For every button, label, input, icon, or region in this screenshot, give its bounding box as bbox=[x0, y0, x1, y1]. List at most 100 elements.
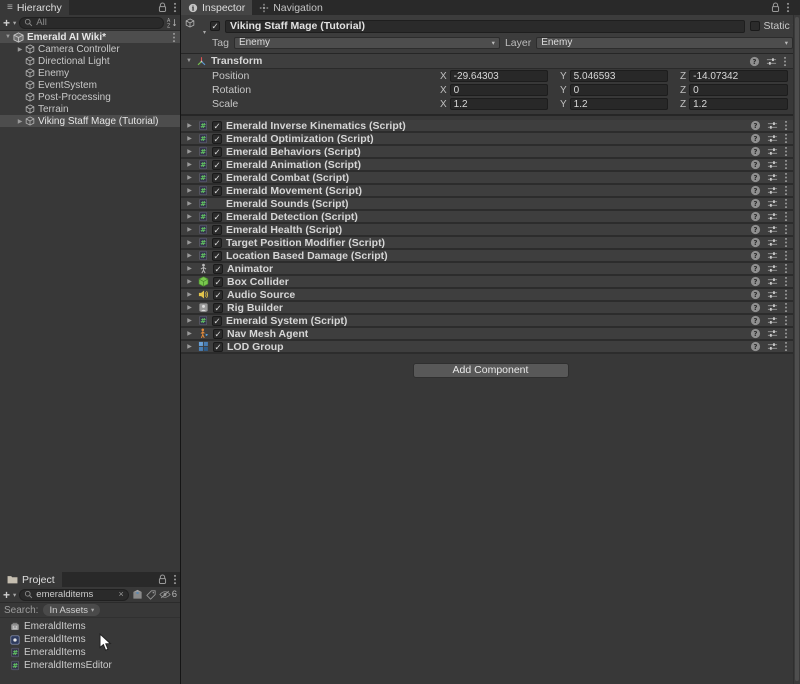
presets-icon[interactable] bbox=[767, 328, 778, 339]
kebab-menu-icon[interactable] bbox=[783, 56, 787, 67]
component-header-row[interactable]: ▶#✓Emerald Detection (Script)? bbox=[181, 211, 800, 224]
kebab-menu-icon[interactable] bbox=[784, 185, 788, 196]
kebab-menu-icon[interactable] bbox=[784, 120, 788, 131]
hierarchy-item-row[interactable]: Post-Processing bbox=[0, 91, 180, 103]
foldout-arrow-icon[interactable]: ▶ bbox=[185, 122, 194, 129]
help-icon[interactable]: ? bbox=[750, 315, 761, 326]
kebab-menu-icon[interactable] bbox=[784, 276, 788, 287]
help-icon[interactable]: ? bbox=[750, 263, 761, 274]
component-enabled-checkbox[interactable]: ✓ bbox=[212, 251, 222, 261]
foldout-arrow-icon[interactable]: ▶ bbox=[185, 213, 194, 220]
component-header-row[interactable]: ▶#✓Emerald Optimization (Script)? bbox=[181, 133, 800, 146]
kebab-menu-icon[interactable] bbox=[784, 159, 788, 170]
component-header-row[interactable]: ▶✓LOD Group? bbox=[181, 341, 800, 354]
foldout-arrow-icon[interactable]: ▶ bbox=[185, 148, 194, 155]
presets-icon[interactable] bbox=[767, 302, 778, 313]
help-icon[interactable]: ? bbox=[750, 172, 761, 183]
kebab-menu-icon[interactable] bbox=[784, 315, 788, 326]
presets-icon[interactable] bbox=[767, 276, 778, 287]
tab-inspector[interactable]: i Inspector bbox=[181, 0, 252, 15]
clear-search-icon[interactable]: × bbox=[118, 590, 123, 599]
kebab-menu-icon[interactable] bbox=[784, 211, 788, 222]
tab-navigation[interactable]: Navigation bbox=[252, 0, 330, 15]
foldout-arrow-icon[interactable]: ▶ bbox=[185, 252, 194, 259]
kebab-menu-icon[interactable] bbox=[784, 302, 788, 313]
kebab-menu-icon[interactable] bbox=[784, 133, 788, 144]
component-header-row[interactable]: ▶#✓Emerald System (Script)? bbox=[181, 315, 800, 328]
kebab-menu-icon[interactable] bbox=[172, 32, 180, 43]
hierarchy-scene-row[interactable]: ▼Emerald AI Wiki* bbox=[0, 31, 180, 43]
presets-icon[interactable] bbox=[767, 250, 778, 261]
foldout-arrow-icon[interactable]: ▶ bbox=[185, 278, 194, 285]
sort-az-icon[interactable]: AZ bbox=[167, 17, 177, 28]
kebab-menu-icon[interactable] bbox=[173, 574, 177, 585]
presets-icon[interactable] bbox=[767, 237, 778, 248]
help-icon[interactable]: ? bbox=[750, 146, 761, 157]
kebab-menu-icon[interactable] bbox=[784, 237, 788, 248]
foldout-arrow-icon[interactable]: ▶ bbox=[185, 343, 194, 350]
component-header-row[interactable]: ▶#✓Target Position Modifier (Script)? bbox=[181, 237, 800, 250]
kebab-menu-icon[interactable] bbox=[784, 328, 788, 339]
presets-icon[interactable] bbox=[767, 133, 778, 144]
project-search-input[interactable] bbox=[36, 589, 115, 600]
active-checkbox[interactable]: ✓ bbox=[210, 21, 220, 31]
foldout-arrow-icon[interactable]: ▼ bbox=[186, 58, 192, 64]
layer-dropdown[interactable]: Enemy ▾ bbox=[536, 37, 793, 49]
kebab-menu-icon[interactable] bbox=[784, 146, 788, 157]
project-result-row[interactable]: EmeraldItems bbox=[0, 633, 180, 646]
hierarchy-item-row[interactable]: Terrain bbox=[0, 103, 180, 115]
create-button[interactable]: + bbox=[3, 589, 10, 601]
presets-icon[interactable] bbox=[767, 289, 778, 300]
component-enabled-checkbox[interactable]: ✓ bbox=[212, 160, 222, 170]
create-dropdown-icon[interactable]: ▾ bbox=[13, 591, 16, 599]
component-header-row[interactable]: ▶✓Animator? bbox=[181, 263, 800, 276]
presets-icon[interactable] bbox=[767, 198, 778, 209]
component-enabled-checkbox[interactable]: ✓ bbox=[212, 225, 222, 235]
hierarchy-search-input[interactable] bbox=[36, 17, 159, 28]
foldout-arrow-icon[interactable]: ▶ bbox=[185, 187, 194, 194]
foldout-arrow-icon[interactable]: ▶ bbox=[185, 174, 194, 181]
kebab-menu-icon[interactable] bbox=[784, 341, 788, 352]
lock-icon[interactable] bbox=[158, 2, 167, 13]
help-icon[interactable]: ? bbox=[750, 185, 761, 196]
help-icon[interactable]: ? bbox=[750, 276, 761, 287]
component-header-row[interactable]: ▶#✓Emerald Behaviors (Script)? bbox=[181, 146, 800, 159]
presets-icon[interactable] bbox=[767, 341, 778, 352]
kebab-menu-icon[interactable] bbox=[784, 289, 788, 300]
component-enabled-checkbox[interactable]: ✓ bbox=[213, 342, 223, 352]
presets-icon[interactable] bbox=[767, 211, 778, 222]
hierarchy-item-row[interactable]: EventSystem bbox=[0, 79, 180, 91]
gameobject-icon-button[interactable]: ▾ bbox=[185, 18, 205, 35]
component-enabled-checkbox[interactable]: ✓ bbox=[212, 147, 222, 157]
gameobject-name-field[interactable] bbox=[225, 20, 745, 33]
lock-icon[interactable] bbox=[771, 2, 780, 13]
foldout-arrow-icon[interactable]: ▶ bbox=[185, 265, 194, 272]
project-result-row[interactable]: #EmeraldItemsEditor bbox=[0, 659, 180, 672]
scale-y-field[interactable] bbox=[570, 98, 668, 110]
foldout-arrow-icon[interactable]: ▶ bbox=[185, 291, 194, 298]
help-icon[interactable]: ? bbox=[750, 341, 761, 352]
component-header-row[interactable]: ▶✓Rig Builder? bbox=[181, 302, 800, 315]
help-icon[interactable]: ? bbox=[750, 237, 761, 248]
help-icon[interactable]: ? bbox=[750, 250, 761, 261]
kebab-menu-icon[interactable] bbox=[784, 263, 788, 274]
presets-icon[interactable] bbox=[766, 56, 777, 67]
help-icon[interactable]: ? bbox=[750, 328, 761, 339]
presets-icon[interactable] bbox=[767, 146, 778, 157]
presets-icon[interactable] bbox=[767, 172, 778, 183]
component-enabled-checkbox[interactable]: ✓ bbox=[213, 303, 223, 313]
expand-arrow-icon[interactable]: ▶ bbox=[15, 118, 25, 125]
component-header-row[interactable]: ▶#✓Emerald Inverse Kinematics (Script)? bbox=[181, 120, 800, 133]
foldout-arrow-icon[interactable]: ▶ bbox=[185, 330, 194, 337]
foldout-arrow-icon[interactable]: ▶ bbox=[185, 161, 194, 168]
presets-icon[interactable] bbox=[767, 224, 778, 235]
scale-z-field[interactable] bbox=[689, 98, 788, 110]
component-header-row[interactable]: ▶#✓Location Based Damage (Script)? bbox=[181, 250, 800, 263]
component-header-row[interactable]: ▶✓Nav Mesh Agent? bbox=[181, 328, 800, 341]
static-checkbox[interactable]: ✓ bbox=[750, 21, 760, 31]
tag-dropdown[interactable]: Enemy ▾ bbox=[234, 37, 500, 49]
foldout-arrow-icon[interactable]: ▶ bbox=[185, 239, 194, 246]
project-search[interactable]: × bbox=[19, 589, 128, 601]
presets-icon[interactable] bbox=[767, 120, 778, 131]
rotation-y-field[interactable] bbox=[570, 84, 668, 96]
